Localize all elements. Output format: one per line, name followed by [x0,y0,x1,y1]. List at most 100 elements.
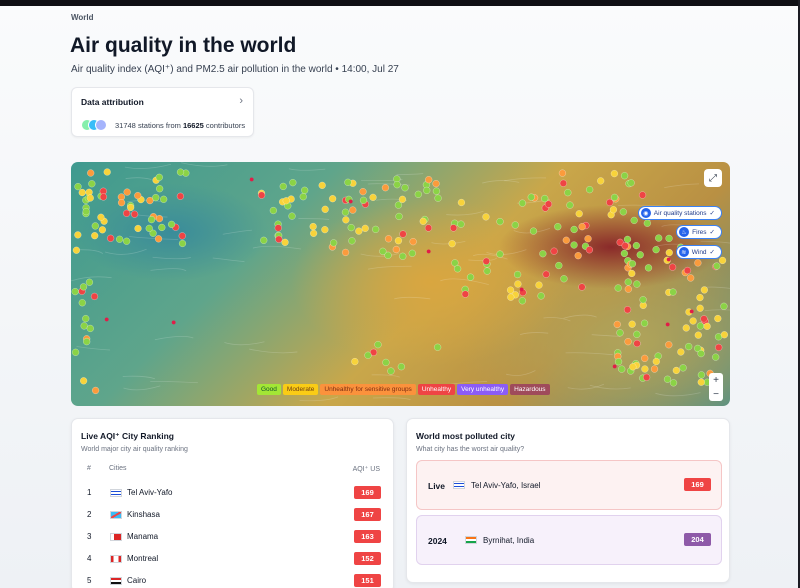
station-marker[interactable] [623,235,632,244]
station-marker[interactable] [414,190,422,198]
station-marker[interactable] [384,235,393,243]
station-marker[interactable] [535,281,543,289]
station-marker[interactable] [628,260,637,268]
station-marker[interactable] [570,225,578,234]
station-marker[interactable] [80,322,88,330]
station-marker[interactable] [663,375,672,383]
station-marker[interactable] [700,315,708,323]
station-marker[interactable] [87,169,95,177]
station-marker[interactable] [655,234,663,242]
station-marker[interactable] [74,182,82,191]
station-marker[interactable] [712,353,720,361]
station-marker[interactable] [408,249,416,257]
station-marker[interactable] [281,238,289,246]
station-marker[interactable] [694,259,702,267]
station-marker[interactable] [155,214,164,223]
station-marker[interactable] [632,241,641,250]
station-marker[interactable] [652,357,660,366]
station-marker[interactable] [715,343,723,352]
station-marker[interactable] [309,229,318,238]
station-marker[interactable] [697,378,705,386]
station-marker[interactable] [539,250,547,258]
toggle-fires[interactable]: ♨ Fires ✓ [676,225,722,239]
station-marker[interactable] [720,302,728,310]
station-marker[interactable] [541,194,549,203]
station-marker[interactable] [644,264,653,272]
station-marker[interactable] [147,215,156,224]
station-marker[interactable] [387,367,395,375]
station-marker[interactable] [713,262,721,270]
column-aqi[interactable]: AQI⁺ US [353,465,380,473]
station-marker[interactable] [154,235,163,243]
station-marker[interactable] [91,222,99,230]
station-marker[interactable] [289,178,297,187]
station-marker[interactable] [359,188,367,196]
station-marker[interactable] [269,206,278,215]
station-marker[interactable] [620,249,629,258]
station-marker[interactable] [697,349,705,358]
station-marker[interactable] [629,363,637,371]
station-marker[interactable] [78,299,86,307]
station-marker[interactable] [72,246,81,254]
station-marker[interactable] [597,177,605,185]
station-marker[interactable] [694,331,702,339]
data-attribution-card[interactable]: Data attribution › 31748 stations from 1… [71,87,254,137]
station-marker[interactable] [685,342,693,351]
station-marker[interactable] [318,181,326,190]
station-marker[interactable] [178,239,187,248]
fire-marker[interactable]: ● [171,317,176,327]
station-marker[interactable] [393,181,401,189]
station-marker[interactable] [274,224,282,232]
station-marker[interactable] [167,220,176,229]
station-marker[interactable] [158,223,166,232]
station-marker[interactable] [115,235,124,243]
station-marker[interactable] [689,317,697,325]
station-marker[interactable] [570,241,578,249]
station-marker[interactable] [424,224,433,232]
station-marker[interactable] [309,222,317,231]
fire-marker[interactable]: ● [104,314,109,324]
station-marker[interactable] [74,231,82,239]
station-marker[interactable] [585,246,594,254]
station-marker[interactable] [282,197,290,205]
station-marker[interactable] [555,261,563,270]
station-marker[interactable] [558,169,567,177]
fire-marker[interactable]: ● [348,196,353,206]
station-marker[interactable] [627,179,635,187]
station-marker[interactable] [507,293,515,301]
station-marker[interactable] [518,297,526,305]
station-marker[interactable] [669,379,678,387]
station-marker[interactable] [482,213,490,221]
station-marker[interactable] [351,357,359,366]
station-marker[interactable] [347,223,355,232]
station-marker[interactable] [82,314,90,323]
station-marker[interactable] [279,182,287,191]
station-marker[interactable] [117,199,126,207]
station-marker[interactable] [178,232,186,240]
station-marker[interactable] [349,206,357,214]
station-marker[interactable] [677,348,685,356]
station-marker[interactable] [630,216,638,225]
station-marker[interactable] [482,257,490,265]
station-marker[interactable] [682,324,690,332]
station-marker[interactable] [641,354,649,363]
station-marker[interactable] [134,224,142,233]
station-marker[interactable] [537,292,545,300]
station-marker[interactable] [665,234,673,243]
station-marker[interactable] [550,247,558,255]
station-marker[interactable] [86,194,94,202]
station-marker[interactable] [359,196,368,205]
station-marker[interactable] [683,266,692,275]
station-marker[interactable] [328,195,337,203]
station-marker[interactable] [145,224,153,233]
station-marker[interactable] [341,248,350,257]
station-marker[interactable] [609,206,618,214]
station-marker[interactable] [513,270,522,279]
city-name[interactable]: Montreal [127,554,158,563]
station-marker[interactable] [432,187,441,195]
station-marker[interactable] [348,237,356,245]
table-row[interactable]: 2 Kinshasa 167 [72,506,393,526]
station-marker[interactable] [71,287,79,296]
station-marker[interactable] [624,285,632,293]
station-marker[interactable] [122,209,131,217]
